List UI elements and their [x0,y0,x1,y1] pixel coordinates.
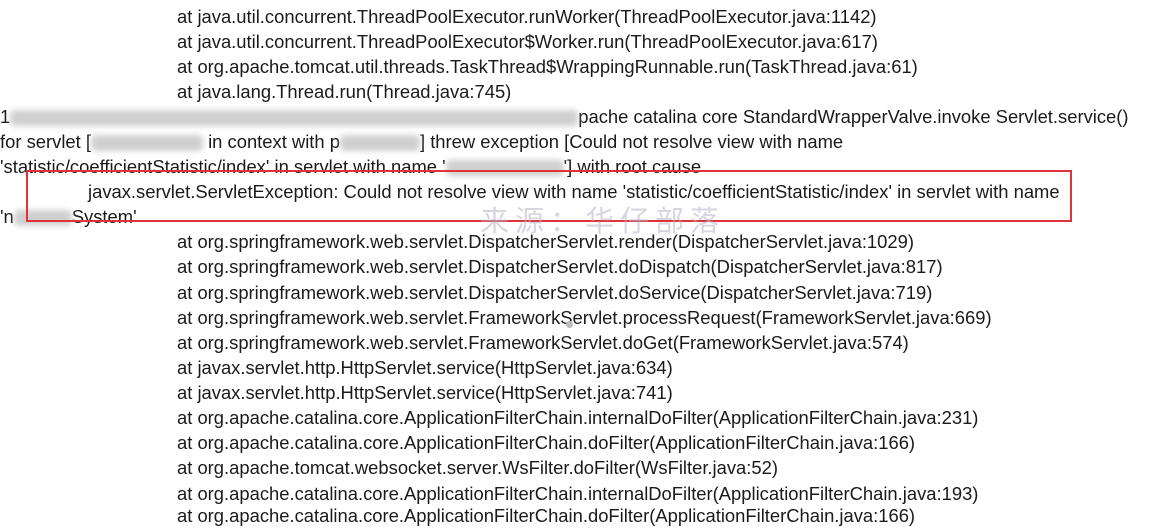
redacted-region [339,135,420,152]
stack-frame: at org.apache.catalina.core.ApplicationF… [177,505,916,526]
stack-frame: at org.springframework.web.servlet.Dispa… [177,282,933,303]
stack-frame: at org.apache.catalina.core.ApplicationF… [177,432,916,453]
log-message-text: pache catalina core StandardWrapperValve… [578,106,1129,127]
log-message-line: for servlet [ in context with p ] threw e… [0,129,843,154]
redacted-region [90,135,203,152]
log-message-text: in context with p [208,131,340,152]
stack-frame: at org.springframework.web.servlet.Dispa… [177,231,914,252]
stack-frame: at javax.servlet.http.HttpServlet.servic… [177,357,673,378]
stack-frame: at org.apache.tomcat.websocket.server.Ws… [177,457,778,478]
log-message-text: for servlet [ [0,131,91,152]
stack-frame: at org.springframework.web.servlet.Dispa… [177,256,943,277]
log-message-text: 1 [0,106,11,127]
stack-frame: at org.springframework.web.servlet.Frame… [177,307,992,328]
stack-frame: at javax.servlet.http.HttpServlet.servic… [177,382,673,403]
stack-frame: at java.util.concurrent.ThreadPoolExecut… [177,6,877,27]
stack-frame: at org.springframework.web.servlet.Frame… [177,332,909,353]
stack-frame: at java.lang.Thread.run(Thread.java:745) [177,81,512,102]
log-message-text: ] threw exception [Could not resolve vie… [419,131,844,152]
stack-frame: at java.util.concurrent.ThreadPoolExecut… [177,31,878,52]
stack-frame: at org.apache.tomcat.util.threads.TaskTh… [177,56,918,77]
redacted-region [10,110,579,127]
stack-frame: at org.apache.catalina.core.ApplicationF… [177,407,979,428]
log-message-text: 'n [0,206,14,227]
log-message-line: 1 pache catalina core StandardWrapperValv… [0,104,1129,129]
mouse-cursor-dot [566,321,573,328]
